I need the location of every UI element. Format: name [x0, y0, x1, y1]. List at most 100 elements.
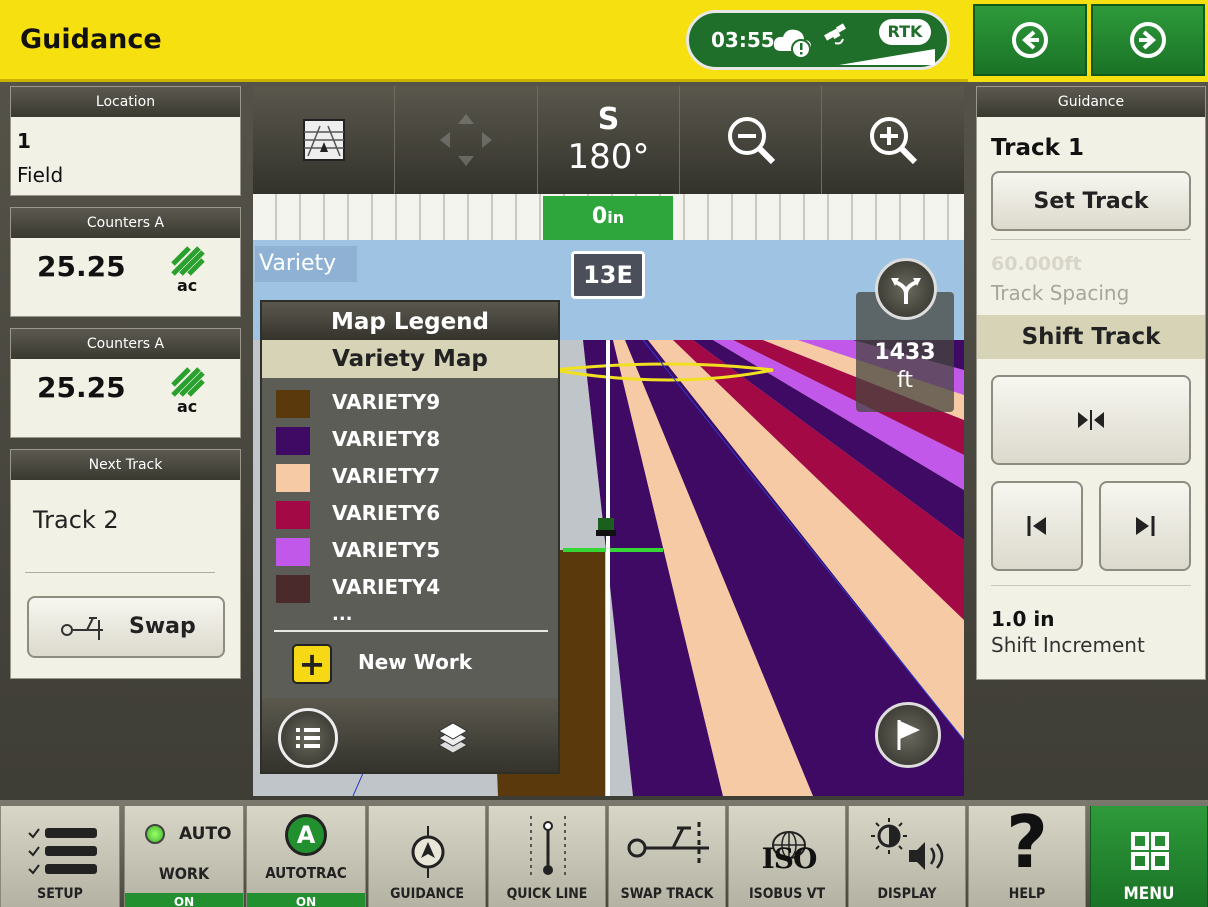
menu-button[interactable]: MENU	[1090, 806, 1208, 907]
divider	[25, 572, 215, 573]
display-button[interactable]: DISPLAY	[848, 806, 966, 907]
zoom-in-button[interactable]	[822, 86, 964, 194]
auto-label: AUTO	[179, 824, 232, 844]
autotrac-button[interactable]: A AUTOTRAC ON	[246, 806, 366, 907]
swap-button[interactable]: Swap	[27, 596, 225, 658]
divider	[991, 585, 1191, 586]
brightness-volume-icon	[871, 818, 944, 870]
guidance-compass-icon	[411, 826, 445, 878]
pan-button[interactable]	[395, 86, 538, 194]
legend-more: ...	[332, 604, 353, 625]
quick-line-label: QUICK LINE	[506, 886, 588, 902]
legend-label: VARIETY7	[332, 464, 441, 488]
flag-icon	[897, 720, 920, 750]
location-panel[interactable]: Location 1 Field	[10, 86, 241, 196]
track-spacing-value: 60.000ft	[991, 253, 1082, 275]
legend-swatch	[276, 390, 310, 418]
layers-button[interactable]	[428, 714, 478, 764]
arrow-right-circle-icon	[1130, 22, 1166, 58]
clock: 03:55	[711, 28, 775, 52]
setup-button[interactable]: SETUP	[0, 806, 120, 907]
guidance-title: Guidance	[977, 87, 1205, 117]
flag-button[interactable]	[875, 702, 941, 768]
legend-label: VARIETY8	[332, 427, 441, 451]
map-legend: Map Legend Variety Map VARIETY9 VARIETY8…	[260, 300, 560, 774]
view-mode-button[interactable]	[253, 86, 395, 194]
zoom-out-button[interactable]	[680, 86, 822, 194]
offset-unit: in	[607, 208, 625, 227]
zoom-out-icon	[727, 117, 775, 165]
shift-right-button[interactable]	[1099, 481, 1191, 571]
next-track-title: Next Track	[11, 450, 240, 480]
plus-icon: +	[292, 644, 332, 684]
help-button[interactable]: ? HELP	[968, 800, 1086, 907]
shift-increment-value: 1.0 in	[991, 607, 1055, 631]
counter-unit: ac	[177, 397, 198, 416]
distance-unit: ft	[897, 368, 913, 393]
auto-work-button[interactable]: AUTO WORK ON	[124, 806, 244, 907]
heading-display: S 180°	[538, 86, 680, 194]
next-track-panel: Next Track Track 2 Swap	[10, 449, 241, 679]
quick-line-icon	[530, 816, 566, 876]
shift-left-button[interactable]	[991, 481, 1083, 571]
setup-label: SETUP	[37, 886, 83, 902]
grid-menu-icon	[1131, 832, 1169, 870]
arrow-left-circle-icon	[1012, 22, 1048, 58]
legend-swatch	[276, 501, 310, 529]
legend-label: VARIETY6	[332, 501, 441, 525]
counter-title: Counters A	[11, 208, 240, 238]
legend-swatch	[276, 575, 310, 603]
guidance-button[interactable]: GUIDANCE	[368, 806, 486, 907]
divider	[274, 630, 548, 632]
list-icon	[296, 728, 320, 748]
counter-unit: ac	[177, 276, 198, 295]
shift-right-icon	[1136, 516, 1155, 536]
divider	[991, 239, 1191, 240]
map-toolbar: S 180°	[253, 86, 964, 194]
set-track-button[interactable]: Set Track	[991, 171, 1191, 231]
path-split-button[interactable]	[875, 258, 937, 320]
map-layer-label: Variety	[255, 246, 357, 282]
swap-label: Swap	[129, 614, 196, 639]
location-title: Location	[11, 87, 240, 117]
shift-track-header: Shift Track	[977, 315, 1205, 359]
back-button[interactable]	[973, 4, 1087, 76]
forward-button[interactable]	[1091, 4, 1205, 76]
status-pill[interactable]: 03:55 RTK	[686, 10, 950, 70]
shift-increment-label: Shift Increment	[991, 633, 1145, 657]
cloud-warning-icon	[773, 29, 811, 59]
swap-track-button[interactable]: SWAP TRACK	[608, 806, 726, 907]
legend-swatch	[276, 538, 310, 566]
swap-track-icon	[627, 822, 709, 866]
counter-value: 25.25	[37, 250, 126, 283]
isobus-label: ISOBUS VT	[748, 886, 826, 902]
new-work-label: New Work	[358, 650, 472, 674]
track-spacing-label: Track Spacing	[991, 281, 1130, 305]
set-track-label: Set Track	[1033, 188, 1149, 214]
checklist-icon	[28, 828, 97, 875]
distance-value: 1433	[874, 340, 936, 365]
center-track-button[interactable]	[991, 375, 1191, 465]
work-on-indicator: ON	[125, 893, 243, 907]
counter-panel-1[interactable]: Counters A 25.25 ac	[10, 207, 241, 317]
legend-list: VARIETY9 VARIETY8 VARIETY7 VARIETY6 VARI…	[262, 378, 558, 638]
autotrac-on-indicator: ON	[247, 893, 365, 907]
header-bar: Guidance 03:55 RTK	[0, 0, 968, 82]
zoom-in-icon	[870, 117, 918, 165]
autotrac-label: AUTOTRAC	[265, 864, 347, 882]
legend-swatch	[276, 464, 310, 492]
counter-panel-2[interactable]: Counters A 25.25 ac	[10, 328, 241, 438]
isobus-vt-button[interactable]: ISO ISOBUS VT	[728, 806, 846, 907]
heading-letter: S	[597, 102, 620, 137]
guidance-label: GUIDANCE	[390, 886, 464, 902]
work-label: WORK	[158, 864, 210, 883]
layers-icon	[437, 722, 469, 754]
autotrac-icon: A	[285, 814, 327, 856]
perspective-view-icon	[302, 119, 345, 161]
counter-title: Counters A	[11, 329, 240, 359]
legend-list-button[interactable]	[278, 708, 338, 768]
new-work-button[interactable]: + New Work	[292, 642, 532, 684]
quick-line-button[interactable]: QUICK LINE	[488, 806, 606, 907]
page-title: Guidance	[20, 24, 162, 55]
guidance-screen: Guidance 03:55 RTK Location 1 Field Coun…	[0, 0, 1208, 907]
